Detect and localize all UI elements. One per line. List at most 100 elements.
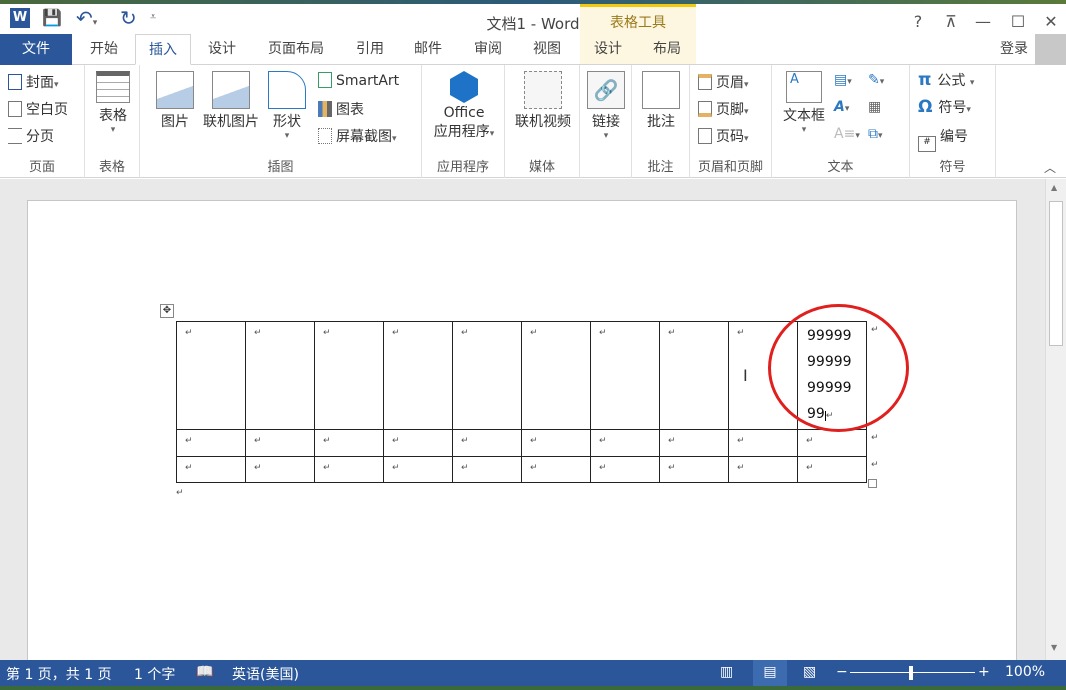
- table-cell[interactable]: ↵: [521, 456, 591, 483]
- collapse-ribbon-icon[interactable]: ︿: [1044, 159, 1056, 176]
- zoom-out-button[interactable]: −: [836, 664, 848, 680]
- maximize-button[interactable]: ☐: [1003, 12, 1033, 31]
- chart-button[interactable]: 图表: [318, 99, 364, 119]
- zoom-level[interactable]: 100%: [1005, 664, 1045, 680]
- table-cell[interactable]: ↵: [521, 321, 591, 430]
- web-layout-icon[interactable]: ▧: [803, 664, 816, 680]
- tab-review[interactable]: 审阅: [462, 34, 514, 65]
- table-cell[interactable]: ↵: [176, 321, 246, 430]
- tab-mailings[interactable]: 邮件: [402, 34, 454, 65]
- drop-cap-button[interactable]: A≡▾: [834, 126, 860, 142]
- number-button[interactable]: # 编号: [918, 126, 968, 152]
- minimize-button[interactable]: —: [968, 12, 998, 31]
- scroll-thumb[interactable]: [1049, 201, 1063, 346]
- table-cell[interactable]: ↵: [728, 456, 798, 483]
- language[interactable]: 英语(美国): [232, 664, 299, 684]
- paragraph-mark: ↵: [176, 488, 184, 498]
- screenshot-button[interactable]: 屏幕截图▾: [318, 126, 397, 146]
- table-cell[interactable]: ↵: [590, 456, 660, 483]
- table-cell[interactable]: ↵: [452, 456, 522, 483]
- table-cell[interactable]: ↵: [245, 456, 315, 483]
- comment-button[interactable]: 批注: [640, 65, 682, 131]
- online-video-button[interactable]: 联机视频: [509, 65, 577, 131]
- table-cell[interactable]: ↵: [728, 429, 798, 457]
- table-resize-handle[interactable]: [868, 479, 877, 488]
- scroll-up-icon[interactable]: ▲: [1051, 183, 1057, 192]
- table-cell[interactable]: ↵: [797, 429, 867, 457]
- table-cell[interactable]: ↵: [452, 429, 522, 457]
- tab-table-layout[interactable]: 布局: [641, 34, 693, 65]
- table-cell[interactable]: ↵: [314, 321, 384, 430]
- page-count[interactable]: 第 1 页，共 1 页: [6, 664, 112, 684]
- help-button[interactable]: ?: [903, 12, 933, 31]
- cover-page-button[interactable]: 封面▾: [8, 72, 59, 92]
- tab-references[interactable]: 引用: [344, 34, 396, 65]
- table-cell[interactable]: ↵: [383, 429, 453, 457]
- ribbon-display-button[interactable]: ⊼: [936, 12, 966, 31]
- table-cell[interactable]: ↵: [383, 456, 453, 483]
- page-break-button[interactable]: 分页: [8, 126, 54, 146]
- tab-home[interactable]: 开始: [78, 34, 130, 65]
- office-apps-button[interactable]: Office 应用程序▾: [426, 65, 502, 141]
- equation-button[interactable]: π 公式 ▾: [918, 70, 974, 90]
- group-comments: 批注 批注: [632, 65, 690, 178]
- zoom-slider-thumb[interactable]: [909, 666, 913, 680]
- table-cell[interactable]: ↵: [590, 429, 660, 457]
- tab-table-design[interactable]: 设计: [582, 34, 634, 65]
- symbol-button[interactable]: Ω 符号▾: [918, 97, 971, 117]
- tab-design[interactable]: 设计: [196, 34, 248, 65]
- table-row: ↵ ↵ ↵ ↵ ↵ ↵ ↵ ↵ ↵ ↵: [176, 429, 867, 457]
- table-cell[interactable]: ↵: [383, 321, 453, 430]
- table-cell[interactable]: ↵: [452, 321, 522, 430]
- scroll-down-icon[interactable]: ▼: [1051, 643, 1057, 652]
- table-cell[interactable]: ↵: [314, 429, 384, 457]
- date-time-button[interactable]: ▦: [868, 99, 881, 115]
- table-cell[interactable]: ↵: [314, 456, 384, 483]
- table-cell[interactable]: ↵: [659, 321, 729, 430]
- pictures-label: 图片: [161, 114, 189, 130]
- table-move-handle-icon[interactable]: ✥: [160, 304, 174, 318]
- omega-icon: Ω: [918, 97, 939, 117]
- avatar[interactable]: [1035, 34, 1066, 65]
- quick-parts-button[interactable]: ▤▾: [834, 72, 852, 88]
- row-end-mark: ↵: [871, 433, 879, 443]
- table-cell[interactable]: ↵: [176, 456, 246, 483]
- office-store-icon: [450, 71, 478, 103]
- word-count[interactable]: 1 个字: [134, 664, 175, 684]
- table-cell[interactable]: ↵: [590, 321, 660, 430]
- shapes-button[interactable]: 形状 ▾: [264, 65, 310, 141]
- object-button[interactable]: ⧉▾: [868, 126, 883, 142]
- table-cell[interactable]: ↵: [245, 429, 315, 457]
- document-page[interactable]: ✥ ↵ ↵ ↵ ↵ ↵ ↵ ↵ ↵ ↵ 99999 99999 99999 99↵ ↵ ↵ ↵ ↵ ↵ ↵ ↵ ↵ ↵…: [27, 200, 1017, 660]
- textbox-button[interactable]: A 文本框 ▾: [776, 65, 832, 135]
- print-layout-icon[interactable]: ▤: [753, 660, 787, 686]
- table-cell[interactable]: ↵: [659, 456, 729, 483]
- vertical-scrollbar[interactable]: ▲ ▼: [1045, 179, 1066, 660]
- page-number-button[interactable]: 页码▾: [698, 126, 749, 146]
- table-cell[interactable]: ↵: [521, 429, 591, 457]
- tab-file[interactable]: 文件: [0, 34, 72, 65]
- blank-page-button[interactable]: 空白页: [8, 99, 68, 119]
- close-button[interactable]: ✕: [1036, 12, 1066, 31]
- pictures-button[interactable]: 图片: [152, 65, 198, 131]
- zoom-in-button[interactable]: +: [978, 664, 990, 680]
- tab-view[interactable]: 视图: [521, 34, 573, 65]
- tab-insert[interactable]: 插入: [135, 34, 191, 65]
- table-cell[interactable]: ↵: [659, 429, 729, 457]
- link-button[interactable]: 🔗 链接 ▾: [585, 65, 627, 141]
- signin-link[interactable]: 登录: [994, 34, 1034, 65]
- document-table[interactable]: ↵ ↵ ↵ ↵ ↵ ↵ ↵ ↵ ↵ 99999 99999 99999 99↵ ↵ ↵ ↵ ↵ ↵ ↵ ↵ ↵ ↵ ↵ …: [176, 321, 867, 483]
- header-button[interactable]: 页眉▾: [698, 72, 749, 92]
- table-cell[interactable]: ↵: [797, 456, 867, 483]
- footer-button[interactable]: 页脚▾: [698, 99, 749, 119]
- signature-line-button[interactable]: ✎▾: [868, 72, 884, 88]
- read-mode-icon[interactable]: ▥: [720, 664, 733, 680]
- tab-page-layout[interactable]: 页面布局: [258, 34, 334, 65]
- table-cell[interactable]: ↵: [176, 429, 246, 457]
- online-pictures-button[interactable]: 联机图片: [198, 65, 264, 131]
- proofing-icon[interactable]: 📖: [196, 664, 213, 680]
- wordart-button[interactable]: A▾: [834, 99, 849, 115]
- table-button[interactable]: 表格 ▾: [93, 65, 133, 135]
- smartart-button[interactable]: SmartArt: [318, 72, 399, 89]
- table-cell[interactable]: ↵: [245, 321, 315, 430]
